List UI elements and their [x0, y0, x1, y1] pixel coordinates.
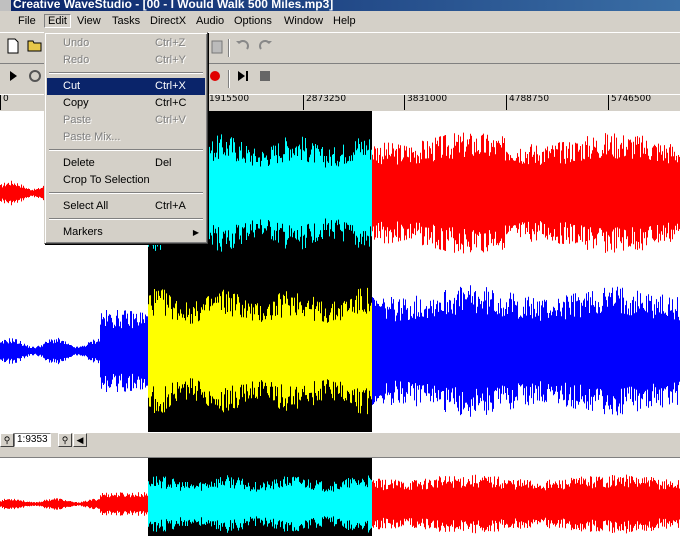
menu-item-shortcut: Ctrl+C — [155, 97, 187, 109]
menu-item-crop-to-selection[interactable]: Crop To Selection — [47, 172, 205, 189]
menu-edit[interactable]: Edit — [44, 14, 71, 28]
menu-item-paste[interactable]: Paste Ctrl+V — [47, 112, 205, 129]
menu-item-label: Crop To Selection — [63, 174, 150, 186]
menu-item-label: Redo — [63, 54, 90, 66]
menu-separator — [49, 218, 203, 220]
menu-item-label: Copy — [63, 97, 89, 109]
menu-item-shortcut: Ctrl+Y — [155, 54, 186, 66]
overview-pane[interactable] — [0, 458, 680, 536]
menu-item-select-all[interactable]: Select All Ctrl+A — [47, 198, 205, 215]
menu-item-undo[interactable]: Undo Ctrl+Z — [47, 35, 205, 52]
redo-icon[interactable] — [256, 38, 274, 56]
menu-options[interactable]: Options — [230, 14, 276, 28]
new-icon[interactable] — [4, 38, 22, 56]
menu-separator — [49, 72, 203, 74]
menu-item-cut[interactable]: Cut Ctrl+X — [47, 78, 205, 95]
toolbar-separator — [228, 70, 230, 88]
menu-item-shortcut: Ctrl+Z — [155, 37, 186, 49]
pane-splitter[interactable] — [0, 447, 680, 458]
menu-help[interactable]: Help — [329, 14, 360, 28]
undo-icon[interactable] — [234, 38, 252, 56]
menu-view[interactable]: View — [73, 14, 105, 28]
zoom-in-icon[interactable]: ⚲ — [0, 433, 14, 447]
menu-item-paste-mix[interactable]: Paste Mix... — [47, 129, 205, 146]
ruler-label: 4788750 — [506, 95, 549, 110]
play-to-end-icon[interactable] — [234, 69, 252, 87]
loop-icon[interactable] — [26, 69, 44, 87]
ruler-label: 5746500 — [608, 95, 651, 110]
clipboard-icon[interactable] — [208, 38, 226, 56]
open-icon[interactable] — [26, 38, 44, 56]
edit-menu-dropdown: Undo Ctrl+Z Redo Ctrl+Y Cut Ctrl+X Copy … — [44, 32, 208, 244]
menu-file[interactable]: File — [14, 14, 40, 28]
scroll-left-icon[interactable]: ◀ — [73, 433, 87, 447]
menu-item-shortcut: Ctrl+V — [155, 114, 186, 126]
menu-window[interactable]: Window — [280, 14, 327, 28]
menu-audio[interactable]: Audio — [192, 14, 228, 28]
menu-item-markers[interactable]: Markers ▶ — [47, 224, 205, 241]
ruler-label: 0 — [0, 95, 9, 110]
stop-icon[interactable] — [256, 69, 274, 87]
zoom-bar: ⚲ 1:9353 ⚲ ◀ — [0, 432, 680, 448]
menu-item-delete[interactable]: Delete Del — [47, 155, 205, 172]
zoom-level: 1:9353 — [14, 433, 51, 447]
menu-item-label: Paste — [63, 114, 92, 126]
menu-item-label: Paste Mix... — [63, 131, 121, 143]
ruler-label: 2873250 — [303, 95, 346, 110]
overview-waveform[interactable] — [0, 458, 680, 536]
menu-item-label: Select All — [63, 200, 109, 212]
menu-tasks[interactable]: Tasks — [108, 14, 144, 28]
record-icon[interactable] — [206, 69, 224, 87]
window-title: Creative WaveStudio - [00 - I Would Walk… — [13, 0, 334, 11]
toolbar-separator — [228, 39, 230, 57]
menu-item-shortcut: Ctrl+X — [155, 80, 186, 92]
ruler-label: 1915500 — [206, 95, 249, 110]
menu-item-shortcut: Del — [155, 157, 172, 169]
menu-item-copy[interactable]: Copy Ctrl+C — [47, 95, 205, 112]
submenu-arrow-icon: ▶ — [192, 228, 199, 237]
menu-bar: File Edit View Tasks DirectX Audio Optio… — [0, 11, 680, 33]
menu-item-label: Markers — [63, 226, 103, 238]
menu-item-redo[interactable]: Redo Ctrl+Y — [47, 52, 205, 69]
ruler-label: 3831000 — [404, 95, 447, 110]
menu-item-label: Cut — [63, 80, 81, 92]
menu-directx[interactable]: DirectX — [146, 14, 190, 28]
app-icon[interactable] — [0, 0, 11, 11]
title-bar: Creative WaveStudio - [00 - I Would Walk… — [0, 0, 680, 11]
menu-separator — [49, 192, 203, 194]
menu-item-shortcut: Ctrl+A — [155, 200, 186, 212]
zoom-out-icon[interactable]: ⚲ — [58, 433, 72, 447]
menu-item-label: Delete — [63, 157, 95, 169]
play-icon[interactable] — [4, 69, 22, 87]
menu-item-label: Undo — [63, 37, 90, 49]
menu-separator — [49, 149, 203, 151]
